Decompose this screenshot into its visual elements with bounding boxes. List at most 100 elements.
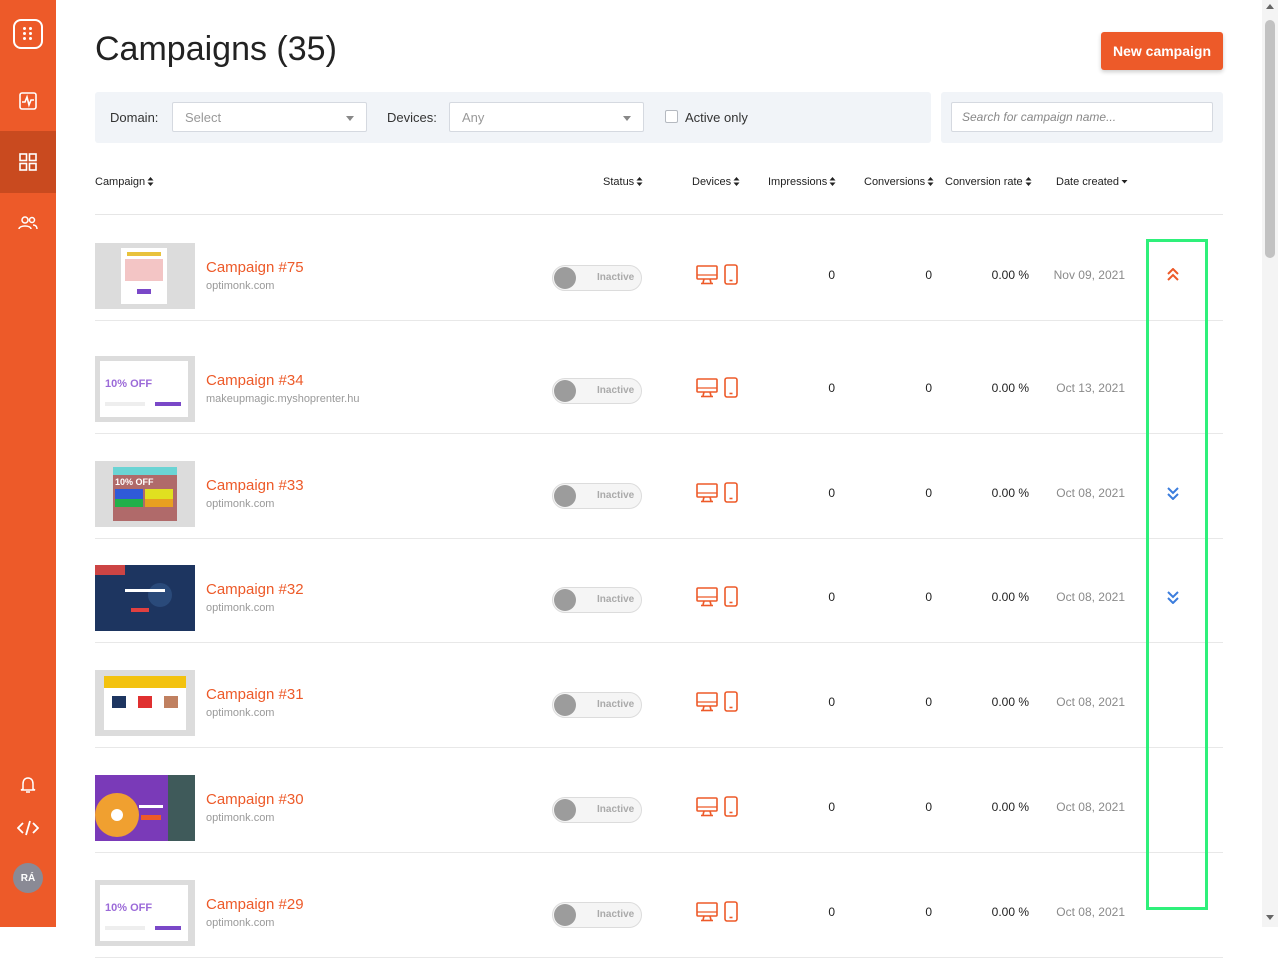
campaign-domain: makeupmagic.myshoprenter.hu: [206, 393, 360, 405]
status-label: Inactive: [597, 594, 635, 605]
status-label: Inactive: [597, 699, 635, 710]
chevron-down-icon: [346, 116, 354, 121]
col-header-devices[interactable]: Devices: [692, 176, 740, 188]
toggle-knob: [554, 485, 576, 507]
campaign-thumbnail[interactable]: [95, 670, 195, 736]
conversion-rate-value: 0.00 %: [991, 268, 1029, 282]
scrollbar[interactable]: [1262, 0, 1278, 927]
active-only-label[interactable]: Active only: [685, 110, 748, 125]
sidebar: RÁ: [0, 0, 56, 927]
campaign-thumbnail[interactable]: [95, 565, 195, 631]
conversion-rate-value: 0.00 %: [991, 381, 1029, 395]
status-label: Inactive: [597, 909, 635, 920]
campaign-thumbnail[interactable]: 10% OFF: [95, 356, 195, 422]
mobile-icon: [724, 796, 738, 822]
app-logo-icon[interactable]: [13, 19, 43, 49]
campaign-name-link[interactable]: Campaign #29: [206, 896, 304, 913]
move-down-icon[interactable]: [1167, 486, 1179, 505]
table-row[interactable]: Campaign #75 optimonk.com Inactive 0 0 0.00 %…: [95, 216, 1223, 321]
mobile-icon: [724, 691, 738, 717]
status-toggle[interactable]: Inactive: [552, 902, 642, 928]
desktop-icon: [696, 692, 718, 717]
campaign-thumbnail[interactable]: 10% OFF: [95, 880, 195, 946]
toggle-knob: [554, 380, 576, 402]
campaign-name-link[interactable]: Campaign #30: [206, 791, 304, 808]
date-created-value: Oct 08, 2021: [1056, 486, 1125, 500]
svg-text:10% OFF: 10% OFF: [115, 477, 154, 487]
impressions-value: 0: [828, 486, 835, 500]
sidebar-item-code[interactable]: [0, 797, 56, 859]
campaign-name-link[interactable]: Campaign #31: [206, 686, 304, 703]
sidebar-item-analytics[interactable]: [0, 70, 56, 132]
col-header-impressions[interactable]: Impressions: [768, 176, 836, 188]
col-header-campaign[interactable]: Campaign: [95, 176, 154, 188]
campaign-name-link[interactable]: Campaign #34: [206, 372, 304, 389]
scroll-up-icon[interactable]: [1266, 4, 1274, 9]
table-row[interactable]: Campaign #30 optimonk.com Inactive 0 0 0.00 %…: [95, 748, 1223, 853]
status-label: Inactive: [597, 272, 635, 283]
status-toggle[interactable]: Inactive: [552, 483, 642, 509]
domain-select[interactable]: Select: [172, 102, 367, 132]
status-toggle[interactable]: Inactive: [552, 265, 642, 291]
campaign-domain: optimonk.com: [206, 917, 275, 929]
conversions-value: 0: [925, 486, 932, 500]
status-toggle[interactable]: Inactive: [552, 692, 642, 718]
campaign-thumbnail[interactable]: 10% OFF: [95, 461, 195, 527]
campaign-name-link[interactable]: Campaign #33: [206, 477, 304, 494]
conversion-rate-value: 0.00 %: [991, 590, 1029, 604]
campaign-name-link[interactable]: Campaign #32: [206, 581, 304, 598]
search-input[interactable]: [951, 102, 1213, 132]
scroll-thumb[interactable]: [1265, 20, 1275, 258]
move-up-icon[interactable]: [1167, 267, 1179, 287]
campaigns-grid-icon: [19, 153, 37, 171]
active-only-checkbox[interactable]: [665, 110, 678, 123]
campaign-thumbnail[interactable]: [95, 775, 195, 841]
domain-label: Domain:: [110, 110, 159, 125]
col-header-conversions[interactable]: Conversions: [864, 176, 934, 188]
sort-icon: [733, 177, 740, 186]
conversions-value: 0: [925, 695, 932, 709]
conversions-value: 0: [925, 590, 932, 604]
table-row[interactable]: 10% OFF Campaign #34 makeupmagic.myshopren…: [95, 329, 1223, 434]
impressions-value: 0: [828, 590, 835, 604]
impressions-value: 0: [828, 800, 835, 814]
devices-select-value: Any: [462, 110, 485, 125]
col-header-conversion-rate[interactable]: Conversion rate: [945, 176, 1032, 188]
sidebar-item-campaigns[interactable]: [0, 131, 56, 193]
campaign-thumbnail[interactable]: [95, 243, 195, 309]
mobile-icon: [724, 586, 738, 612]
col-header-status[interactable]: Status: [603, 176, 643, 188]
campaign-domain: optimonk.com: [206, 602, 275, 614]
conversion-rate-value: 0.00 %: [991, 905, 1029, 919]
desktop-icon: [696, 587, 718, 612]
desktop-icon: [696, 265, 718, 290]
chevron-down-icon: [623, 116, 631, 121]
campaign-name-link[interactable]: Campaign #75: [206, 259, 304, 276]
search-wrap: [941, 92, 1223, 143]
avatar[interactable]: RÁ: [13, 863, 43, 893]
status-label: Inactive: [597, 804, 635, 815]
sort-icon: [927, 177, 934, 186]
domain-select-value: Select: [185, 110, 222, 125]
conversions-value: 0: [925, 268, 932, 282]
status-toggle[interactable]: Inactive: [552, 797, 642, 823]
col-header-date-created[interactable]: Date created: [1056, 176, 1128, 188]
new-campaign-button[interactable]: New campaign: [1101, 32, 1223, 70]
table-row[interactable]: 10% OFF Campaign #29 optimonk.com Inactive 0…: [95, 853, 1223, 958]
sidebar-item-users[interactable]: [0, 192, 56, 254]
conversion-rate-value: 0.00 %: [991, 486, 1029, 500]
table-row[interactable]: 10% OFF Campaign #33 optimonk.com Inactive 0…: [95, 434, 1223, 539]
campaign-domain: optimonk.com: [206, 498, 275, 510]
scroll-down-icon[interactable]: [1266, 915, 1274, 920]
date-created-value: Oct 08, 2021: [1056, 800, 1125, 814]
campaign-domain: optimonk.com: [206, 812, 275, 824]
move-down-icon[interactable]: [1167, 590, 1179, 609]
status-toggle[interactable]: Inactive: [552, 378, 642, 404]
mobile-icon: [724, 482, 738, 508]
date-created-value: Oct 13, 2021: [1056, 381, 1125, 395]
table-row[interactable]: Campaign #32 optimonk.com Inactive 0 0 0.00 %…: [95, 538, 1223, 643]
status-toggle[interactable]: Inactive: [552, 587, 642, 613]
devices-select[interactable]: Any: [449, 102, 644, 132]
filter-bar: Domain: Select Devices: Any Active only: [95, 92, 931, 143]
table-row[interactable]: Campaign #31 optimonk.com Inactive 0 0 0.00 %…: [95, 643, 1223, 748]
